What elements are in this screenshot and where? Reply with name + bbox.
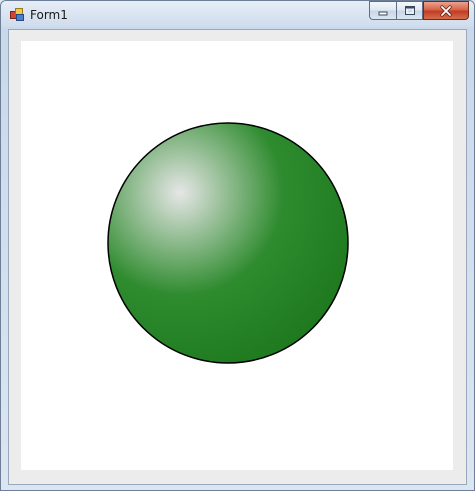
app-form-icon[interactable] [10,8,24,21]
close-button[interactable] [423,1,469,20]
minimize-icon [378,11,388,15]
title-bar[interactable]: Form1 [1,1,474,27]
maximize-icon [404,6,415,15]
drawing-canvas [21,41,453,470]
client-area [8,29,467,485]
green-sphere [107,122,349,364]
window-title: Form1 [30,8,68,22]
app-window: Form1 [0,0,475,491]
caption-buttons [369,1,469,20]
maximize-button[interactable] [396,1,423,20]
close-icon [440,4,452,17]
minimize-button[interactable] [369,1,396,20]
